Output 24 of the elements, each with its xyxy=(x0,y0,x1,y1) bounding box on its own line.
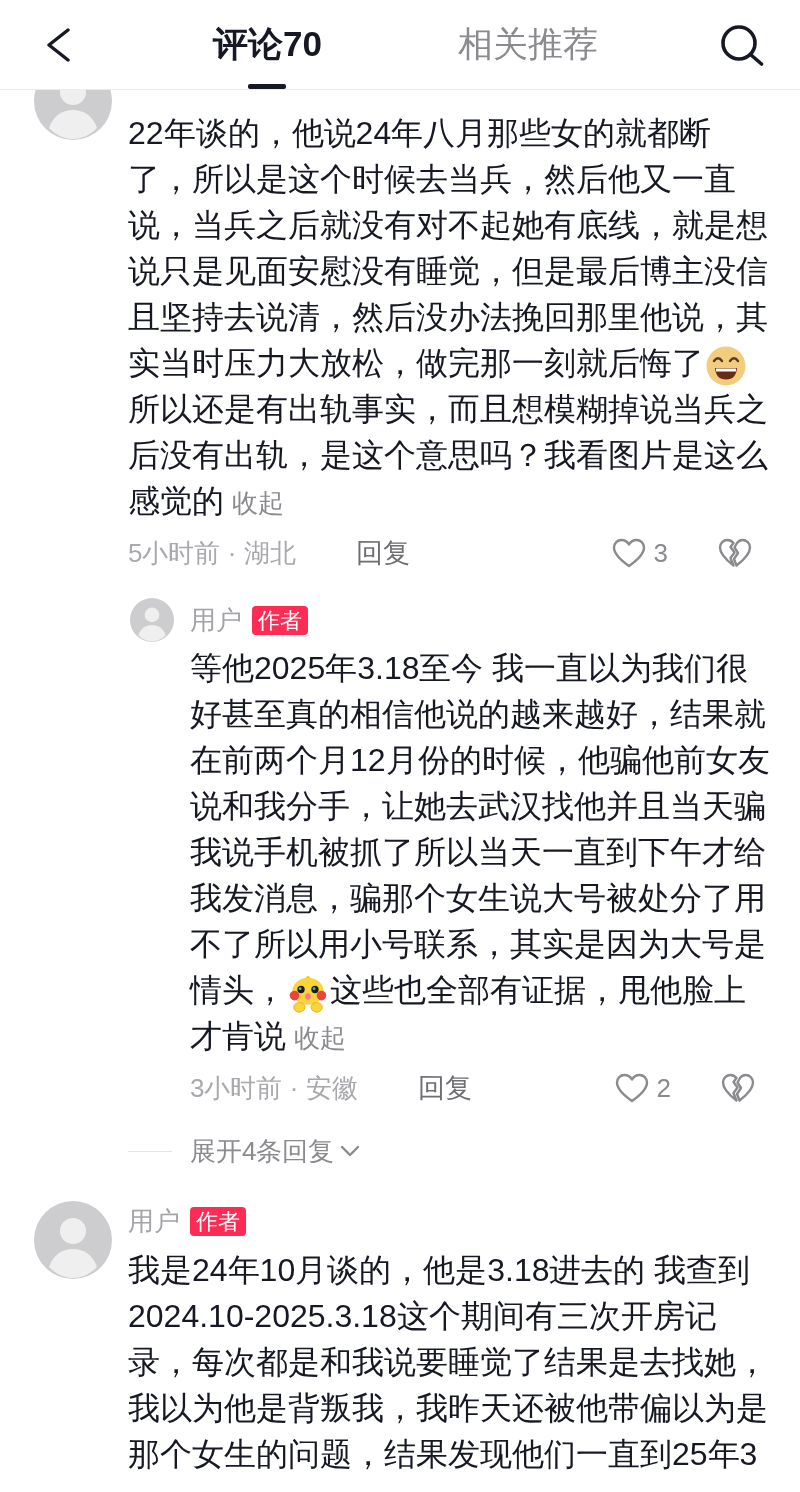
reply-button[interactable]: 回复 xyxy=(417,1070,472,1106)
search-icon[interactable] xyxy=(720,23,764,66)
tab[interactable]: 相关推荐 xyxy=(447,0,608,89)
reply-button[interactable]: 回复 xyxy=(355,535,410,571)
broken-heart-icon[interactable] xyxy=(721,1073,755,1103)
comment-text: 等他2025年3.18至今 我一直以为我们很好甚至真的相信他说的越来越好，结果就在前两个月12月份的时候，他骗他前女友说和我分手，让她去武汉找他并且当天骗我说手机被抓了所以当天一直到下午才给我发消息，骗那个女生说大号被处分了用不了所以用小号联系，其实是因为大号是情头， 这些也全部有证据，甩他脸上才肯说 收起 xyxy=(190,649,770,1056)
username[interactable]: 用户 xyxy=(128,1203,180,1239)
back-icon[interactable] xyxy=(45,27,71,62)
broken-heart-icon[interactable] xyxy=(718,538,752,568)
like-button[interactable]: 2 xyxy=(614,1072,671,1104)
grinning-face-icon xyxy=(706,345,746,386)
caret-icon xyxy=(340,1145,361,1157)
expand-replies-button[interactable]: 展开4条回复 xyxy=(190,1133,361,1169)
like-button[interactable]: 3 xyxy=(611,537,668,569)
timestamp-location: 3小时前 · 安徽 xyxy=(190,1071,358,1105)
comment-text: 22年谈的，他说24年八月那些女的就都断了，所以是这个时候去当兵，然后他又一直说，当兵之后就没有对不起她有底线，就是想说只是见面安慰没有睡觉，但是最后博主没信且坚持去说清，然后没办法挽回那里他说，其实当时压力大放松，做完那一刻就后悔了 所以还是有出轨事实，而且想模糊掉说当兵之后没有出轨，是这个意思吗？我看图片是这么感觉的 收起 xyxy=(128,114,769,521)
username[interactable]: 用户 xyxy=(190,602,242,638)
collapse-link[interactable]: 收起 xyxy=(294,1023,346,1053)
author-badge: 作者 xyxy=(252,605,308,635)
comment-text: 我是24年10月谈的，他是3.18进去的 我查到2024.10-2025.3.18这个期间有三次开房记录，每次都是和我说要睡觉了结果是去找她，我以为他是背叛我，我昨天还被他带偏以为是那个女生的问题，结果发现他们一直到25年3 xyxy=(128,1251,769,1474)
author-badge: 作者 xyxy=(190,1206,246,1236)
tab[interactable]: 评论70 xyxy=(203,0,332,89)
collapse-link[interactable]: 收起 xyxy=(232,488,284,518)
timestamp-location: 5小时前 · 湖北 xyxy=(128,536,296,570)
